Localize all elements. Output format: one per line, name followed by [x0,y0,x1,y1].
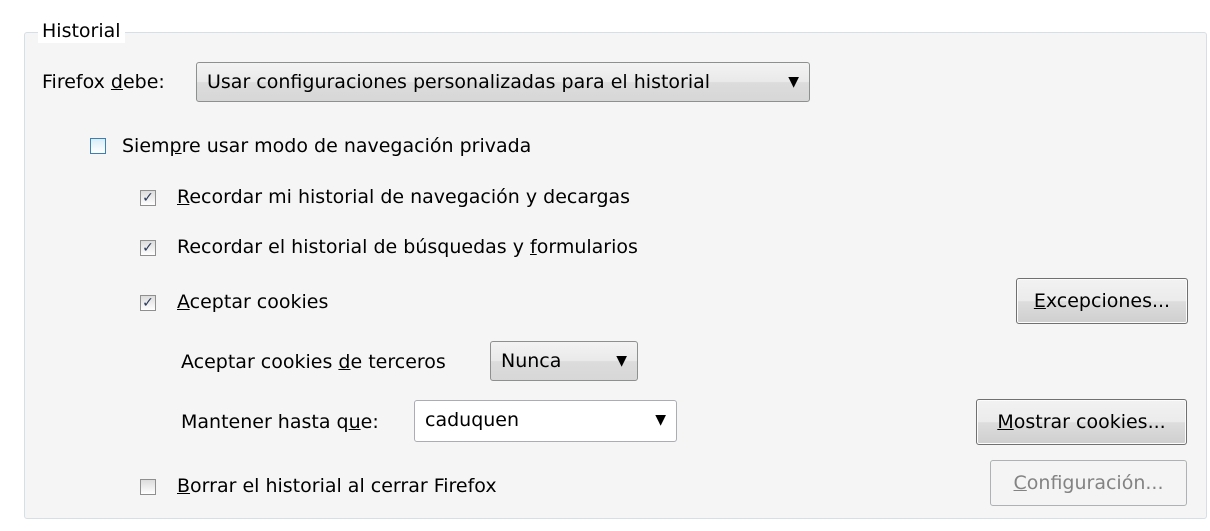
clear-settings-button[interactable]: Configuración... [990,460,1187,506]
clear-on-close-label[interactable]: Borrar el historial al cerrar Firefox [177,473,497,499]
history-group-title: Historial [38,19,125,43]
chevron-down-icon: ▼ [788,74,799,90]
history-groupbox [24,32,1207,519]
accept-cookies-checkbox[interactable]: ✓ [140,295,156,311]
third-party-cookies-value: Nunca [501,350,562,372]
history-mode-select-value: Usar configuraciones personalizadas para… [207,71,711,93]
accept-cookies-label[interactable]: Aceptar cookies [177,289,328,315]
remember-search-checkbox[interactable]: ✓ [140,240,156,256]
check-icon: ✓ [142,295,154,311]
remember-browsing-label[interactable]: Recordar mi historial de navegación y de… [177,184,630,210]
remember-search-label[interactable]: Recordar el historial de búsquedas y for… [177,234,638,260]
check-icon: ✓ [142,190,154,206]
exceptions-button[interactable]: Excepciones... [1016,278,1188,324]
private-mode-label[interactable]: Siempre usar modo de navegación privada [122,133,531,159]
remember-browsing-checkbox[interactable]: ✓ [140,190,156,206]
third-party-cookies-select[interactable]: Nunca ▼ [490,341,638,381]
chevron-down-icon: ▼ [616,353,627,369]
third-party-cookies-label: Aceptar cookies de terceros [181,351,446,373]
clear-on-close-checkbox[interactable] [140,479,156,495]
private-mode-checkbox[interactable] [90,138,106,154]
show-cookies-button[interactable]: Mostrar cookies... [976,399,1187,445]
chevron-down-icon: ▼ [655,412,666,428]
keep-until-label: Mantener hasta que: [181,411,379,433]
check-icon: ✓ [142,240,154,256]
history-mode-select[interactable]: Usar configuraciones personalizadas para… [196,62,810,102]
keep-until-value: caduquen [425,409,520,431]
firefox-will-label: Firefox debe: [42,71,165,93]
keep-until-select[interactable]: caduquen ▼ [414,400,677,442]
